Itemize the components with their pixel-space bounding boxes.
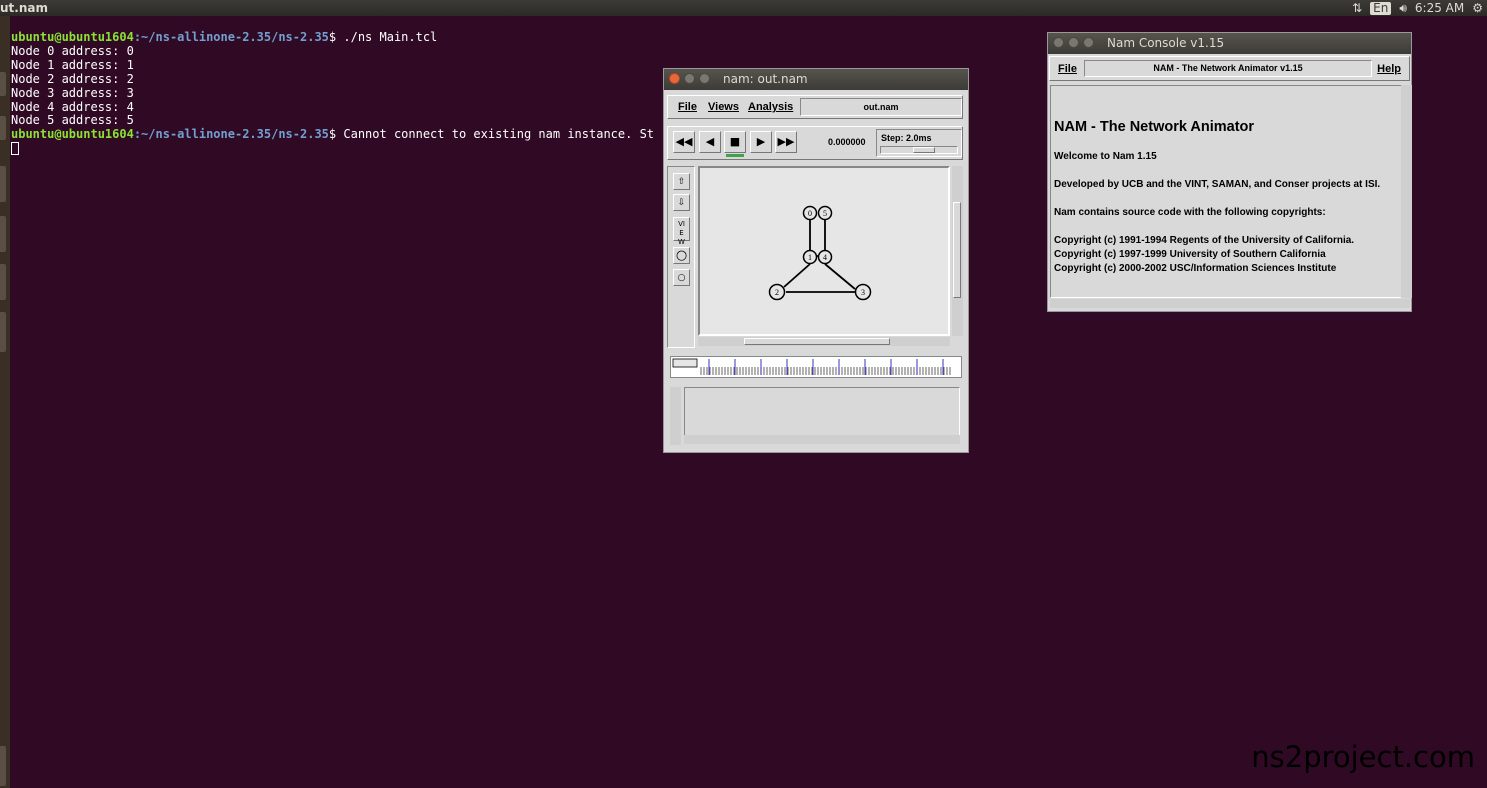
gear-icon[interactable]: ⚙ (1472, 0, 1483, 16)
annotation-panel[interactable] (684, 387, 960, 437)
launcher-item[interactable] (0, 312, 6, 352)
menu-file[interactable]: File (1054, 63, 1081, 75)
close-icon[interactable] (669, 73, 680, 84)
nam-titlebar[interactable]: nam: out.nam (664, 69, 968, 90)
text-cursor (11, 142, 19, 156)
large-node-icon[interactable]: ○ (673, 247, 690, 264)
nam-window: nam: out.nam File Views Analysis out.nam… (663, 68, 969, 453)
console-line: Developed by UCB and the VINT, SAMAN, an… (1054, 179, 1381, 190)
launcher-item[interactable] (0, 166, 6, 202)
trace-file-label: out.nam (800, 98, 962, 116)
console-text[interactable]: NAM - The Network Animator Welcome to Na… (1050, 85, 1402, 298)
step-label: Step: 2.0ms (881, 133, 932, 143)
volume-icon[interactable]: 🔊︎ (1399, 0, 1407, 16)
terminal-output[interactable]: ubuntu@ubuntu1604:~/ns-allinone-2.35/ns-… (11, 30, 655, 157)
rewind-button[interactable]: ◀◀ (673, 131, 695, 153)
node-label-5: 5 (823, 209, 827, 218)
prompt-user: ubuntu@ubuntu1604 (11, 30, 134, 44)
nam-console-window: Nam Console v1.15 File NAM - The Network… (1047, 32, 1412, 312)
stop-button[interactable]: ■ (724, 131, 746, 153)
close-icon[interactable] (1053, 37, 1064, 48)
output-line: Node 0 address: 0 (11, 43, 134, 58)
time-ruler (672, 358, 951, 375)
menu-views[interactable]: Views (704, 101, 743, 113)
top-panel: ut.nam ⇅ En 🔊︎ 6:25 AM ⚙ (0, 0, 1487, 16)
vertical-scroll-thumb[interactable] (953, 202, 961, 298)
window-title: nam: out.nam (723, 72, 808, 86)
network-icon[interactable]: ⇅ (1352, 0, 1362, 16)
annotation-horizontal-scrollbar[interactable] (684, 435, 960, 444)
launcher-item[interactable] (0, 216, 6, 252)
launcher-item[interactable] (0, 264, 6, 300)
play-button[interactable]: ▶ (750, 131, 772, 153)
fast-forward-button[interactable]: ▶▶ (775, 131, 797, 153)
network-canvas[interactable]: 0 5 1 4 2 3 (698, 166, 950, 336)
view-button[interactable]: VIEW (673, 217, 690, 246)
keyboard-layout-indicator[interactable]: En (1370, 1, 1392, 15)
step-box: Step: 2.0ms (876, 129, 962, 157)
time-slider[interactable] (670, 356, 962, 378)
output-line: Node 3 address: 3 (11, 85, 134, 100)
output-line: Node 4 address: 4 (11, 99, 134, 114)
console-heading: NAM - The Network Animator (1054, 119, 1255, 135)
console-header-label: NAM - The Network Animator v1.15 (1084, 60, 1372, 77)
time-display: 0.000000 (828, 137, 866, 147)
playback-controls: ◀◀ ◀ ■ ▶ ▶▶ 0.000000 Step: 2.0ms (667, 126, 963, 160)
output-line: Node 1 address: 1 (11, 57, 134, 72)
minimize-icon[interactable] (684, 73, 695, 84)
console-line: Nam contains source code with the follow… (1054, 207, 1326, 218)
system-tray: ⇅ En 🔊︎ 6:25 AM ⚙ (1352, 0, 1487, 16)
menu-help[interactable]: Help (1373, 63, 1405, 75)
link-1-2 (783, 263, 811, 288)
launcher-item[interactable] (0, 116, 6, 140)
canvas-vertical-scrollbar[interactable] (952, 166, 963, 336)
node-label-2: 2 (775, 288, 779, 297)
node-label-1: 1 (808, 253, 812, 262)
launcher-item[interactable] (0, 72, 6, 96)
command-line: Cannot connect to existing nam instance.… (336, 127, 655, 142)
zoom-in-icon[interactable]: ⇧ (673, 173, 690, 190)
step-slider-thumb[interactable] (913, 147, 935, 153)
tool-column: ⇧ ⇩ VIEW ○ ○ (667, 166, 695, 348)
console-line: Copyright (c) 1997-1999 University of So… (1054, 249, 1326, 260)
launcher-item[interactable] (0, 746, 6, 786)
prompt-user: ubuntu@ubuntu1604 (11, 127, 134, 142)
console-titlebar[interactable]: Nam Console v1.15 (1048, 33, 1411, 54)
console-line: Copyright (c) 2000-2002 USC/Information … (1054, 263, 1337, 274)
node-label-4: 4 (823, 253, 827, 262)
prompt-path: :~/ns-allinone-2.35/ns-2.35 (133, 127, 329, 142)
step-slider[interactable] (880, 146, 958, 154)
menu-file[interactable]: File (674, 101, 701, 113)
watermark: ns2project.com (1251, 740, 1475, 774)
prompt-path: :~/ns-allinone-2.35/ns-2.35 (133, 30, 329, 44)
console-horizontal-scrollbar[interactable] (1050, 299, 1410, 308)
console-line: Welcome to Nam 1.15 (1054, 151, 1157, 162)
canvas-horizontal-scrollbar[interactable] (698, 337, 950, 346)
node-label-0: 0 (808, 209, 812, 218)
output-line: Node 5 address: 5 (11, 113, 134, 128)
output-line: Node 2 address: 2 (11, 71, 134, 86)
window-title: Nam Console v1.15 (1107, 36, 1225, 50)
stop-active-indicator (726, 154, 744, 157)
maximize-icon[interactable] (1083, 37, 1094, 48)
horizontal-scroll-thumb[interactable] (744, 338, 890, 345)
small-node-icon[interactable]: ○ (673, 269, 690, 286)
minimize-icon[interactable] (1068, 37, 1079, 48)
console-line: Copyright (c) 1991-1994 Regents of the U… (1054, 235, 1355, 246)
active-app-title: ut.nam (0, 1, 48, 15)
command-line: ./ns Main.tcl (336, 30, 438, 44)
launcher (0, 16, 10, 788)
clock[interactable]: 6:25 AM (1415, 0, 1464, 16)
menu-analysis[interactable]: Analysis (744, 101, 797, 113)
link-4-3 (824, 263, 856, 290)
annotation-vertical-scrollbar[interactable] (670, 387, 681, 445)
console-menubar: File NAM - The Network Animator v1.15 He… (1049, 56, 1410, 81)
maximize-icon[interactable] (699, 73, 710, 84)
step-back-button[interactable]: ◀ (699, 131, 721, 153)
console-vertical-scrollbar[interactable] (1401, 85, 1412, 298)
topology-graph: 0 5 1 4 2 3 (768, 205, 872, 301)
zoom-out-icon[interactable]: ⇩ (673, 194, 690, 211)
nam-menubar: File Views Analysis out.nam (667, 95, 963, 119)
node-label-3: 3 (861, 288, 865, 297)
